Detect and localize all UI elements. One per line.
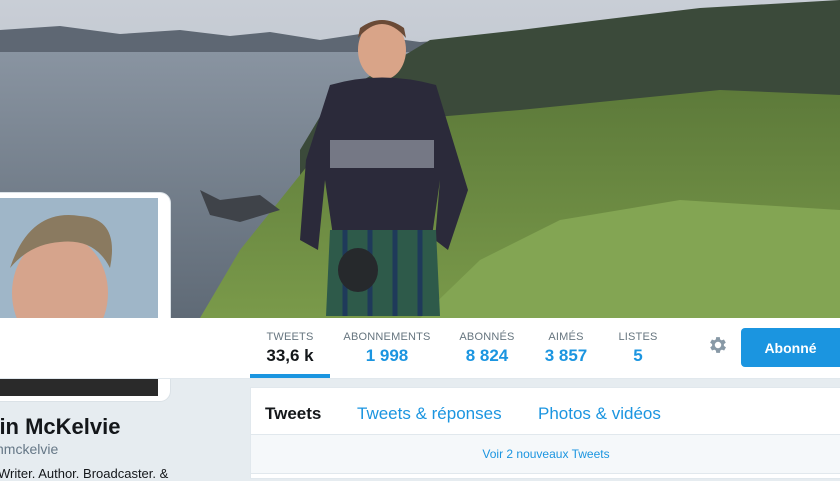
stat-value: 3 857: [544, 346, 588, 365]
stat-value: 33,6 k: [266, 346, 314, 365]
stat-tweets[interactable]: TWEETS 33,6 k: [250, 318, 330, 378]
stat-label: ABONNÉS: [459, 331, 515, 343]
new-tweets-bar[interactable]: Voir 2 nouveaux Tweets: [251, 435, 840, 474]
profile-bio: Writer. Author. Broadcaster. &: [0, 466, 169, 481]
stat-label: ABONNEMENTS: [343, 331, 431, 343]
stat-label: LISTES: [618, 331, 658, 343]
stat-value: 1 998: [365, 346, 409, 365]
following-button[interactable]: Abonné: [741, 328, 840, 367]
stat-followers[interactable]: ABONNÉS 8 824: [452, 318, 522, 378]
stat-value: 5: [633, 346, 643, 365]
tab-photos-videos[interactable]: Photos & vidéos: [538, 404, 661, 424]
profile-handle[interactable]: nmckelvie: [0, 441, 58, 457]
profile-name[interactable]: bin McKelvie: [0, 414, 120, 440]
stat-label: AIMÉS: [548, 331, 584, 343]
gear-icon[interactable]: [707, 334, 729, 356]
timeline-tabs: Tweets Tweets & réponses Photos & vidéos: [251, 388, 840, 435]
tab-tweets[interactable]: Tweets: [265, 404, 321, 424]
stat-likes[interactable]: AIMÉS 3 857: [534, 318, 598, 378]
stat-lists[interactable]: LISTES 5: [612, 318, 664, 378]
tab-tweets-replies[interactable]: Tweets & réponses: [357, 404, 502, 424]
stat-label: TWEETS: [266, 331, 314, 343]
stat-following[interactable]: ABONNEMENTS 1 998: [340, 318, 434, 378]
timeline: Tweets Tweets & réponses Photos & vidéos…: [250, 387, 840, 479]
stat-value: 8 824: [465, 346, 509, 365]
